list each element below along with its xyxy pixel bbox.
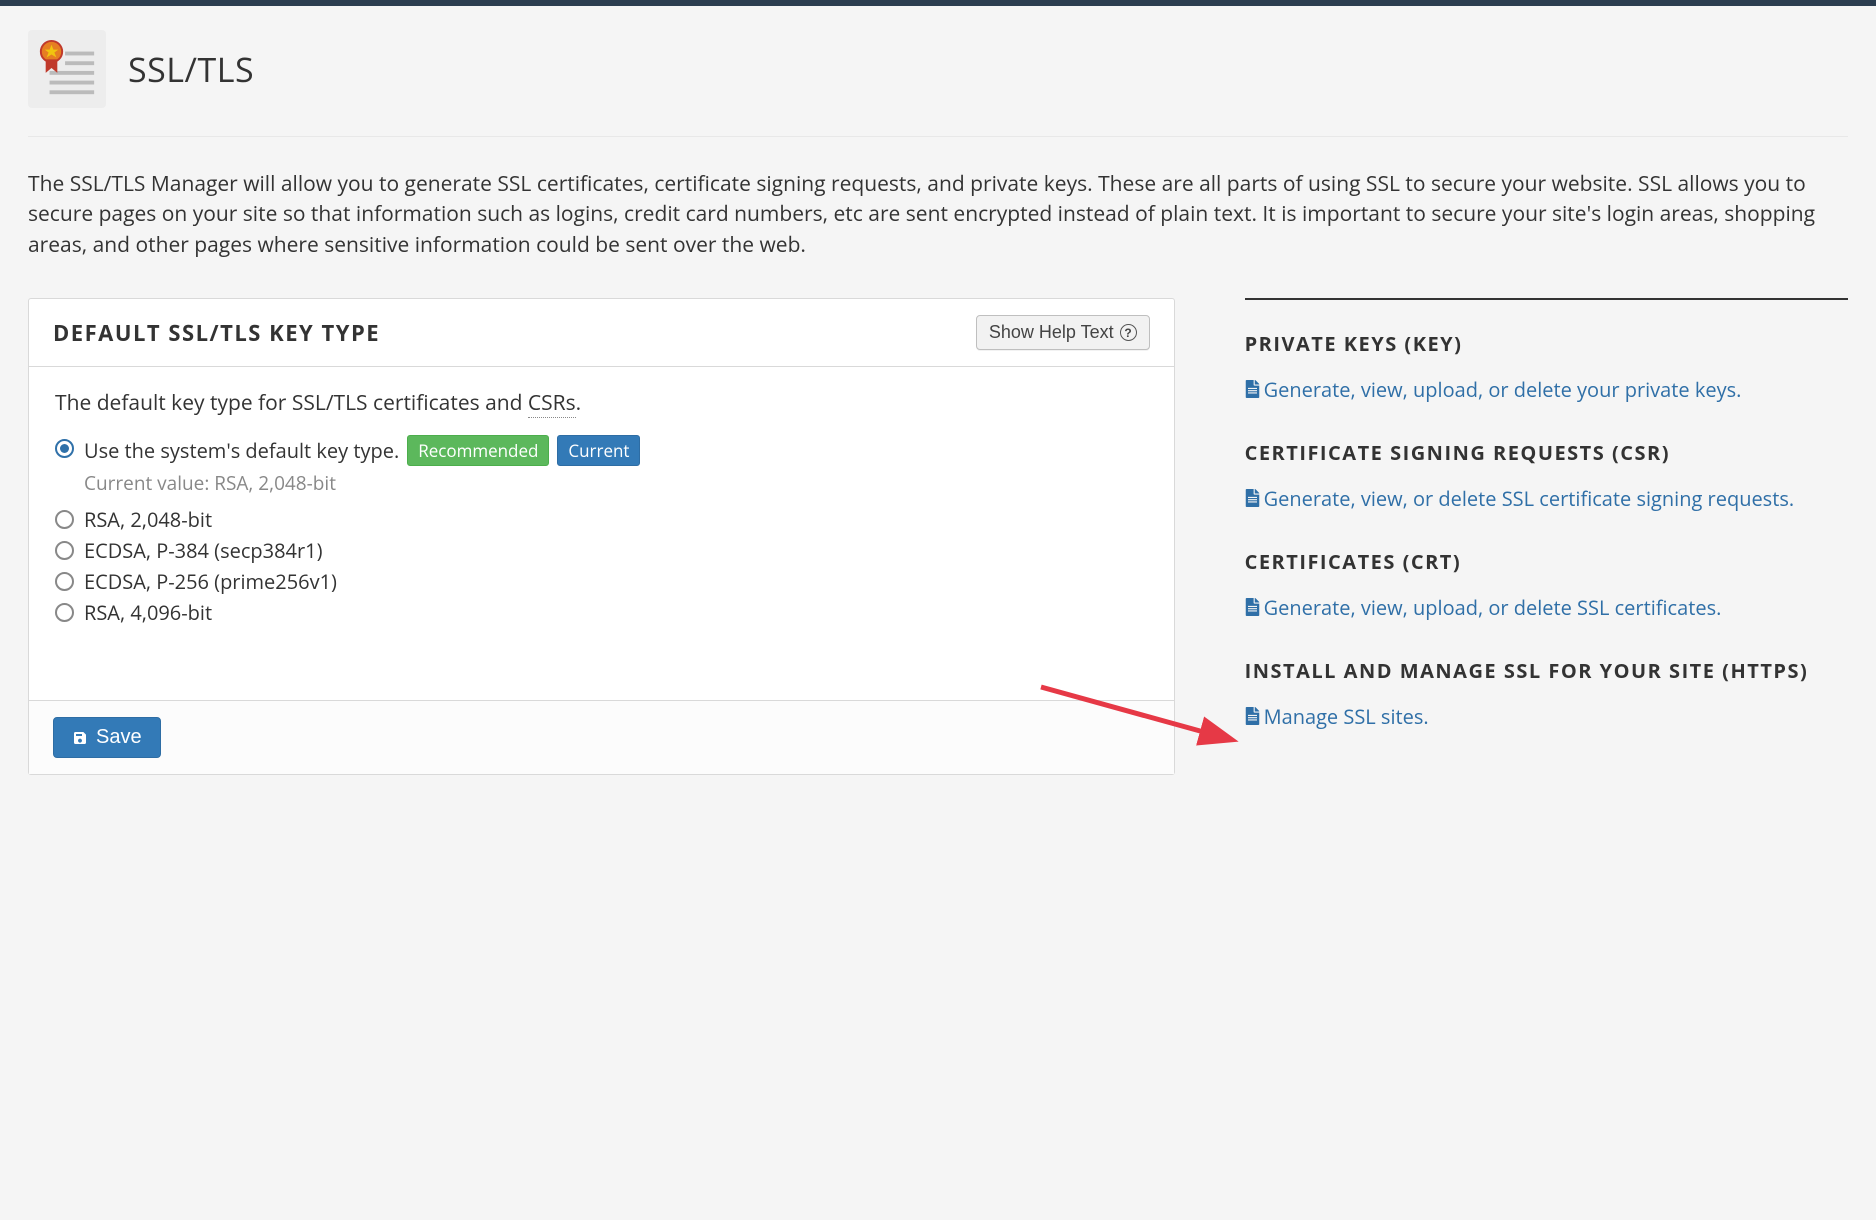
current-value-text: Current value: RSA, 2,048-bit: [84, 470, 1148, 496]
link-text: Generate, view, upload, or delete SSL ce…: [1264, 594, 1722, 621]
ssl-tls-app-icon: [28, 30, 106, 108]
panel-desc-suffix: .: [576, 389, 582, 417]
link-text: Manage SSL sites.: [1264, 703, 1429, 730]
link-text: Generate, view, upload, or delete your p…: [1264, 376, 1742, 403]
page-header: SSL/TLS: [28, 6, 1848, 137]
panel-header: DEFAULT SSL/TLS KEY TYPE Show Help Text …: [29, 299, 1174, 367]
file-icon: [1245, 489, 1260, 507]
radio-label: Use the system's default key type.: [84, 437, 399, 464]
radio-label: RSA, 2,048-bit: [84, 506, 212, 533]
radio-input-rsa-2048[interactable]: [55, 510, 74, 529]
radio-label: ECDSA, P-384 (secp384r1): [84, 537, 322, 564]
left-column: DEFAULT SSL/TLS KEY TYPE Show Help Text …: [28, 298, 1175, 775]
csr-link[interactable]: Generate, view, or delete SSL certificat…: [1245, 485, 1795, 512]
sidebar-heading: CERTIFICATES (CRT): [1245, 548, 1848, 575]
panel-title: DEFAULT SSL/TLS KEY TYPE: [53, 318, 380, 348]
file-icon: [1245, 380, 1260, 398]
key-type-panel: DEFAULT SSL/TLS KEY TYPE Show Help Text …: [28, 298, 1175, 775]
radio-option-system-default: Use the system's default key type. Recom…: [55, 435, 1148, 496]
certificates-link[interactable]: Generate, view, upload, or delete SSL ce…: [1245, 594, 1722, 621]
sidebar-section-install-manage: INSTALL AND MANAGE SSL FOR YOUR SITE (HT…: [1245, 657, 1848, 732]
radio-input-ecdsa-p384[interactable]: [55, 541, 74, 560]
file-icon: [1245, 707, 1260, 725]
sidebar-section-private-keys: PRIVATE KEYS (KEY) Generate, view, uploa…: [1245, 330, 1848, 405]
question-circle-icon: ?: [1120, 324, 1137, 341]
sidebar-section-csr: CERTIFICATE SIGNING REQUESTS (CSR) Gener…: [1245, 439, 1848, 514]
link-text: Generate, view, or delete SSL certificat…: [1264, 485, 1795, 512]
panel-description: The default key type for SSL/TLS certifi…: [55, 389, 1148, 417]
radio-input-system-default[interactable]: [55, 439, 74, 458]
sidebar-heading: CERTIFICATE SIGNING REQUESTS (CSR): [1245, 439, 1848, 466]
help-button-label: Show Help Text: [989, 322, 1114, 343]
panel-desc-prefix: The default key type for SSL/TLS certifi…: [55, 389, 528, 417]
manage-ssl-sites-link[interactable]: Manage SSL sites.: [1245, 703, 1429, 730]
radio-input-rsa-4096[interactable]: [55, 603, 74, 622]
panel-body: The default key type for SSL/TLS certifi…: [29, 367, 1174, 700]
radio-label: ECDSA, P-256 (prime256v1): [84, 568, 337, 595]
file-icon: [1245, 598, 1260, 616]
save-button-label: Save: [96, 726, 142, 749]
radio-input-ecdsa-p256[interactable]: [55, 572, 74, 591]
radio-option-rsa-4096: RSA, 4,096-bit: [55, 599, 1148, 626]
right-column: PRIVATE KEYS (KEY) Generate, view, uploa…: [1245, 298, 1848, 766]
ribbon-document-icon: [36, 38, 98, 100]
csr-abbr: CSRs: [528, 389, 576, 418]
radio-option-ecdsa-p384: ECDSA, P-384 (secp384r1): [55, 537, 1148, 564]
intro-text: The SSL/TLS Manager will allow you to ge…: [28, 169, 1848, 260]
show-help-text-button[interactable]: Show Help Text ?: [976, 315, 1150, 350]
page-container: SSL/TLS The SSL/TLS Manager will allow y…: [0, 6, 1876, 815]
save-button[interactable]: Save: [53, 717, 161, 758]
radio-option-ecdsa-p256: ECDSA, P-256 (prime256v1): [55, 568, 1148, 595]
panel-footer: Save: [29, 700, 1174, 774]
sidebar-heading: INSTALL AND MANAGE SSL FOR YOUR SITE (HT…: [1245, 657, 1848, 684]
current-badge: Current: [557, 435, 640, 466]
sidebar-heading: PRIVATE KEYS (KEY): [1245, 330, 1848, 357]
save-disk-icon: [72, 730, 88, 746]
page-title: SSL/TLS: [128, 46, 254, 92]
content-row: DEFAULT SSL/TLS KEY TYPE Show Help Text …: [28, 298, 1848, 775]
radio-option-rsa-2048: RSA, 2,048-bit: [55, 506, 1148, 533]
sidebar-section-certificates: CERTIFICATES (CRT) Generate, view, uploa…: [1245, 548, 1848, 623]
key-type-options: Use the system's default key type. Recom…: [55, 435, 1148, 626]
private-keys-link[interactable]: Generate, view, upload, or delete your p…: [1245, 376, 1742, 403]
recommended-badge: Recommended: [407, 435, 549, 466]
radio-label: RSA, 4,096-bit: [84, 599, 212, 626]
